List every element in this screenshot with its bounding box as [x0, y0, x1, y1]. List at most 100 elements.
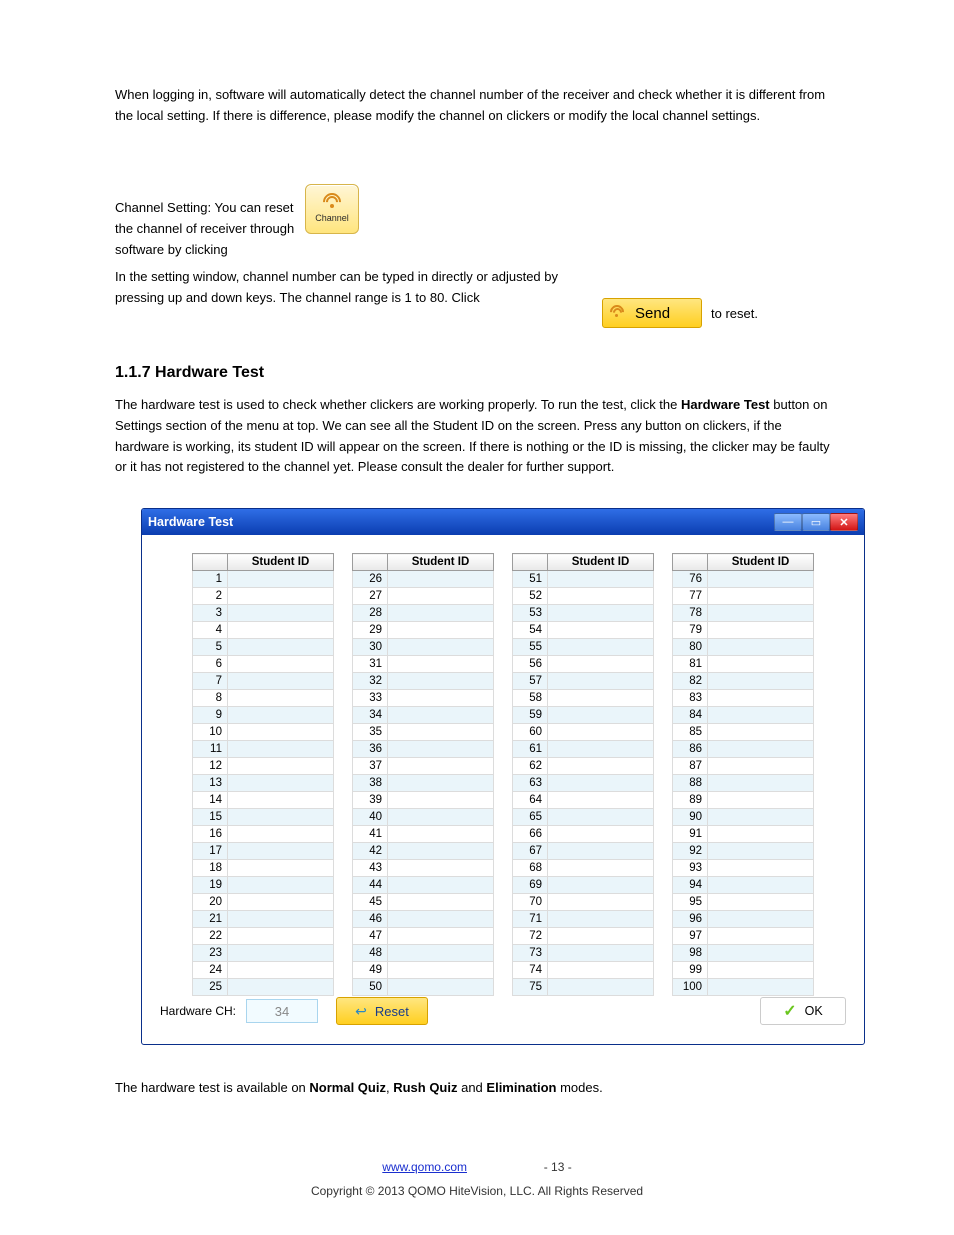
table-row: 96 [673, 911, 814, 928]
table-row: 97 [673, 928, 814, 945]
table-row: 47 [353, 928, 494, 945]
table-row: 77 [673, 588, 814, 605]
table-row: 19 [193, 877, 334, 894]
table-row: 5 [193, 639, 334, 656]
student-id-header: Student ID [708, 554, 814, 571]
table-row: 85 [673, 724, 814, 741]
table-row: 52 [513, 588, 654, 605]
paragraph-channel-detect: When logging in, software will automatic… [115, 85, 835, 127]
window-maximize-button[interactable]: ▭ [802, 513, 830, 531]
table-row: 64 [513, 792, 654, 809]
table-row: 1 [193, 571, 334, 588]
table-row: 74 [513, 962, 654, 979]
table-row: 70 [513, 894, 654, 911]
table-row: 29 [353, 622, 494, 639]
table-row: 55 [513, 639, 654, 656]
table-row: 61 [513, 741, 654, 758]
table-row: 73 [513, 945, 654, 962]
student-id-table: Student ID262728293031323334353637383940… [352, 553, 494, 996]
table-row: 65 [513, 809, 654, 826]
table-row: 44 [353, 877, 494, 894]
wifi-icon [323, 195, 341, 209]
table-row: 79 [673, 622, 814, 639]
table-row: 17 [193, 843, 334, 860]
table-row: 62 [513, 758, 654, 775]
table-row: 80 [673, 639, 814, 656]
table-row: 94 [673, 877, 814, 894]
table-row: 3 [193, 605, 334, 622]
table-row: 16 [193, 826, 334, 843]
heading-hardware-test: 1.1.7 Hardware Test [115, 360, 264, 386]
table-row: 38 [353, 775, 494, 792]
wifi-icon [609, 306, 625, 320]
table-row: 95 [673, 894, 814, 911]
table-row: 18 [193, 860, 334, 877]
table-row: 75 [513, 979, 654, 996]
table-row: 41 [353, 826, 494, 843]
student-id-table: Student ID515253545556575859606162636465… [512, 553, 654, 996]
table-row: 92 [673, 843, 814, 860]
table-row: 6 [193, 656, 334, 673]
channel-icon-button[interactable]: Channel [305, 184, 359, 234]
table-row: 43 [353, 860, 494, 877]
paragraph-to-reset: to reset. [711, 304, 831, 325]
reset-icon: ↩ [355, 1003, 367, 1020]
table-row: 24 [193, 962, 334, 979]
hardware-ch-label: Hardware CH: [160, 1004, 236, 1018]
hardware-ch-input [246, 999, 318, 1023]
paragraph-available-modes: The hardware test is available on Normal… [115, 1078, 835, 1099]
table-row: 93 [673, 860, 814, 877]
table-row: 90 [673, 809, 814, 826]
footer-site-link[interactable]: www.qomo.com [382, 1160, 467, 1174]
table-row: 13 [193, 775, 334, 792]
reset-button[interactable]: ↩ Reset [336, 997, 428, 1025]
check-icon: ✓ [783, 1001, 796, 1021]
table-row: 83 [673, 690, 814, 707]
table-row: 20 [193, 894, 334, 911]
table-row: 2 [193, 588, 334, 605]
table-row: 78 [673, 605, 814, 622]
table-row: 8 [193, 690, 334, 707]
channel-icon-label: Channel [315, 213, 349, 223]
table-row: 11 [193, 741, 334, 758]
table-row: 26 [353, 571, 494, 588]
student-id-header: Student ID [388, 554, 494, 571]
table-row: 12 [193, 758, 334, 775]
table-row: 30 [353, 639, 494, 656]
table-row: 71 [513, 911, 654, 928]
table-row: 35 [353, 724, 494, 741]
dialog-titlebar[interactable]: Hardware Test — ▭ ✕ [142, 509, 864, 535]
window-close-button[interactable]: ✕ [830, 513, 858, 531]
table-row: 91 [673, 826, 814, 843]
table-row: 21 [193, 911, 334, 928]
table-row: 36 [353, 741, 494, 758]
ok-button[interactable]: ✓ OK [760, 997, 846, 1025]
student-id-table: Student ID767778798081828384858687888990… [672, 553, 814, 996]
ok-button-label: OK [805, 1004, 823, 1018]
table-row: 60 [513, 724, 654, 741]
table-row: 87 [673, 758, 814, 775]
table-row: 9 [193, 707, 334, 724]
table-row: 56 [513, 656, 654, 673]
table-row: 69 [513, 877, 654, 894]
dialog-body: Student ID123456789101112131415161718192… [142, 535, 864, 992]
table-row: 72 [513, 928, 654, 945]
table-row: 34 [353, 707, 494, 724]
dialog-title: Hardware Test [148, 515, 233, 529]
table-row: 76 [673, 571, 814, 588]
paragraph-channel-setting-label: Channel Setting: You can reset the chann… [115, 198, 305, 260]
footer-copyright: Copyright © 2013 QOMO HiteVision, LLC. A… [0, 1184, 954, 1198]
table-row: 28 [353, 605, 494, 622]
table-row: 10 [193, 724, 334, 741]
table-row: 32 [353, 673, 494, 690]
table-row: 89 [673, 792, 814, 809]
window-minimize-button[interactable]: — [774, 513, 802, 531]
table-row: 99 [673, 962, 814, 979]
table-row: 84 [673, 707, 814, 724]
send-button[interactable]: Send [602, 298, 702, 328]
table-row: 7 [193, 673, 334, 690]
table-row: 23 [193, 945, 334, 962]
table-row: 88 [673, 775, 814, 792]
table-row: 42 [353, 843, 494, 860]
table-row: 48 [353, 945, 494, 962]
